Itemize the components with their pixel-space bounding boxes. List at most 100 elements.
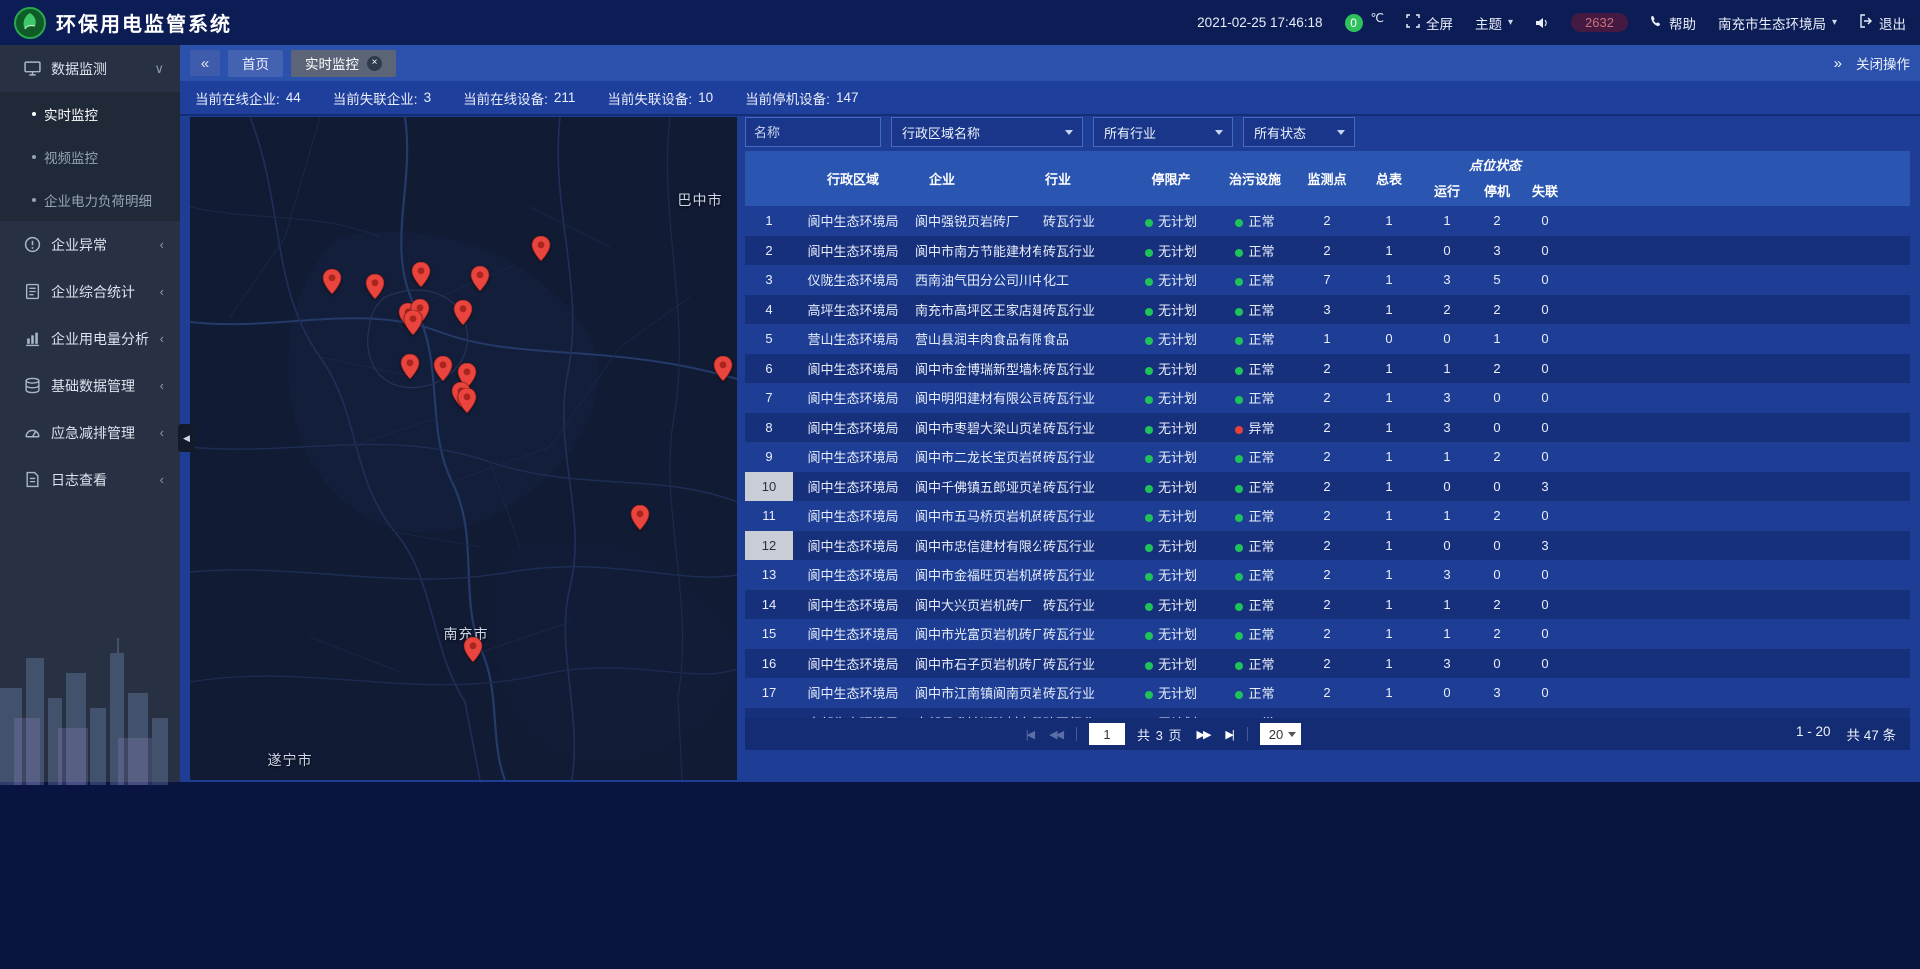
tabs-scroll-left-button[interactable]: « <box>190 50 220 76</box>
chevron-down-icon <box>1215 130 1223 135</box>
sidebar-item[interactable]: 日志查看‹ <box>0 456 180 503</box>
name-filter-input[interactable] <box>745 117 881 147</box>
sidebar-item[interactable]: 企业用电量分析‹ <box>0 315 180 362</box>
next-page-button[interactable]: ▶▶ <box>1195 728 1212 741</box>
map-pin[interactable] <box>631 505 650 530</box>
page-size-select[interactable]: 20 <box>1260 723 1301 745</box>
table-row[interactable]: 5营山生态环境局营山县润丰肉食品有限食品无计划正常10010 <box>745 324 1910 354</box>
map-pin[interactable] <box>434 356 453 381</box>
sidebar-item[interactable]: 基础数据管理 ‹ <box>0 362 180 409</box>
status-dot <box>1235 308 1243 316</box>
cell-stop: 0 <box>1473 531 1521 561</box>
status-dot <box>1145 514 1153 522</box>
table-row[interactable]: 13阆中生态环境局阆中市金福旺页岩机砖砖瓦行业无计划正常21300 <box>745 560 1910 590</box>
map[interactable]: 巴中市南充市遂宁市 <box>190 117 737 780</box>
close-operations-button[interactable]: 关闭操作 <box>1856 53 1910 73</box>
cell-lost: 0 <box>1521 354 1569 384</box>
map-pin[interactable] <box>412 262 431 287</box>
table-row[interactable]: 4高坪生态环境局南充市高坪区王家店建砖瓦行业无计划正常31220 <box>745 295 1910 325</box>
alert-icon <box>24 236 41 253</box>
table-row[interactable]: 11阆中生态环境局阆中市五马桥页岩机砖砖瓦行业无计划正常21120 <box>745 501 1910 531</box>
stat-item: 当前失联企业:3 <box>333 88 431 108</box>
region-filter-select[interactable]: 行政区域名称 <box>891 117 1083 147</box>
sidebar-menu: 数据监测∨实时监控视频监控企业电力负荷明细企业异常‹企业综合统计‹企业用电量分析… <box>0 45 180 503</box>
last-page-button[interactable]: ▶| <box>1223 728 1234 741</box>
status-dot <box>1145 632 1153 640</box>
sidebar-item[interactable]: 企业异常‹ <box>0 221 180 268</box>
tab-realtime-monitor[interactable]: 实时监控 × <box>291 50 396 77</box>
sidebar-subitem[interactable]: 实时监控 <box>0 92 180 135</box>
row-index: 5 <box>745 324 793 354</box>
notification-count-badge[interactable]: 2632 <box>1571 13 1628 32</box>
sidebar-subitem[interactable]: 视频监控 <box>0 135 180 178</box>
chevron-left-icon: ‹ <box>160 378 164 393</box>
cell-facility: 正常 <box>1213 206 1297 236</box>
status-dot <box>1235 514 1243 522</box>
tabs-scroll-right-button[interactable]: » <box>1834 55 1842 72</box>
sidebar-item[interactable]: 应急减排管理‹ <box>0 409 180 456</box>
industry-filter-select[interactable]: 所有行业 <box>1093 117 1233 147</box>
map-pin[interactable] <box>464 637 483 662</box>
cell-region: 高坪生态环境局 <box>793 295 913 325</box>
help-button[interactable]: 帮助 <box>1650 13 1696 33</box>
sidebar-subitem[interactable]: 企业电力负荷明细 <box>0 178 180 221</box>
status-dot <box>1235 691 1243 699</box>
map-pin[interactable] <box>404 310 423 335</box>
map-pin[interactable] <box>471 266 490 291</box>
tab-home[interactable]: 首页 <box>228 50 283 77</box>
cell-points: 2 <box>1297 472 1357 502</box>
cell-limit: 无计划 <box>1129 619 1213 649</box>
org-dropdown[interactable]: 南充市生态环境局 ▾ <box>1718 13 1837 33</box>
table-row[interactable]: 14阆中生态环境局阆中大兴页岩机砖厂砖瓦行业无计划正常21120 <box>745 590 1910 620</box>
cell-company: 阆中强锐页岩砖厂 <box>913 206 1041 236</box>
first-page-button[interactable]: |◀ <box>1024 728 1035 741</box>
table-row[interactable]: 1阆中生态环境局阆中强锐页岩砖厂砖瓦行业无计划正常21120 <box>745 206 1910 236</box>
row-index: 1 <box>745 206 793 236</box>
cell-meters: 1 <box>1357 442 1421 472</box>
map-pin[interactable] <box>714 356 733 381</box>
sidebar-item[interactable]: 企业综合统计‹ <box>0 268 180 315</box>
map-pin[interactable] <box>323 269 342 294</box>
chevron-down-icon <box>1065 130 1073 135</box>
map-pin[interactable] <box>458 388 477 413</box>
theme-dropdown[interactable]: 主题 ▾ <box>1475 13 1513 33</box>
table-row[interactable]: 16阆中生态环境局阆中市石子页岩机砖厂砖瓦行业无计划正常21300 <box>745 649 1910 679</box>
cell-stop: 2 <box>1473 354 1521 384</box>
page-number-input[interactable] <box>1089 723 1125 745</box>
cell-company: 阆中千佛镇五郎垭页岩 <box>913 472 1041 502</box>
table-row[interactable]: 10阆中生态环境局阆中千佛镇五郎垭页岩砖瓦行业无计划正常21003 <box>745 472 1910 502</box>
cell-limit: 无计划 <box>1129 236 1213 266</box>
col-header-stop: 停机 <box>1473 174 1521 206</box>
logout-button[interactable]: 退出 <box>1859 13 1906 33</box>
cell-company: 阆中市二龙长宝页岩砖 <box>913 442 1041 472</box>
fullscreen-button[interactable]: 全屏 <box>1406 13 1453 33</box>
cell-lost: 0 <box>1521 265 1569 295</box>
cell-industry: 砖瓦行业 <box>1041 206 1129 236</box>
sidebar-item[interactable]: 数据监测∨ <box>0 45 180 92</box>
close-tab-icon[interactable]: × <box>367 56 382 71</box>
cell-run: 1 <box>1421 619 1473 649</box>
cell-facility: 正常 <box>1213 531 1297 561</box>
prev-page-button[interactable]: ◀◀ <box>1047 728 1064 741</box>
cell-limit: 无计划 <box>1129 472 1213 502</box>
map-pin[interactable] <box>532 236 551 261</box>
table-row[interactable]: 17阆中生态环境局阆中市江南镇阆南页岩砖瓦行业无计划正常21030 <box>745 678 1910 708</box>
table-row[interactable]: 2阆中生态环境局阆中市南方节能建材有砖瓦行业无计划正常21030 <box>745 236 1910 266</box>
status-filter-select[interactable]: 所有状态 <box>1243 117 1355 147</box>
table-row[interactable]: 9阆中生态环境局阆中市二龙长宝页岩砖砖瓦行业无计划正常21120 <box>745 442 1910 472</box>
table-row[interactable]: 15阆中生态环境局阆中市光富页岩机砖厂砖瓦行业无计划正常21120 <box>745 619 1910 649</box>
map-city-label: 巴中市 <box>678 190 723 210</box>
cell-filler <box>1569 324 1910 354</box>
map-pin[interactable] <box>366 274 385 299</box>
table-row[interactable]: 3仪陇生态环境局西南油气田分公司川中化工无计划正常71350 <box>745 265 1910 295</box>
table-row[interactable]: 6阆中生态环境局阆中市金博瑞新型墙材砖瓦行业无计划正常21120 <box>745 354 1910 384</box>
speaker-icon[interactable] <box>1535 16 1549 30</box>
sidebar-item-label: 基础数据管理 <box>51 376 135 396</box>
map-pin[interactable] <box>454 300 473 325</box>
status-dot <box>1145 691 1153 699</box>
map-pin[interactable] <box>401 354 420 379</box>
table-row[interactable]: 8阆中生态环境局阆中市枣碧大梁山页岩砖瓦行业无计划异常21300 <box>745 413 1910 443</box>
table-row[interactable]: 7阆中生态环境局阆中明阳建材有限公司砖瓦行业无计划正常21300 <box>745 383 1910 413</box>
table-row[interactable]: 12阆中生态环境局阆中市忠信建材有限公砖瓦行业无计划正常21003 <box>745 531 1910 561</box>
sidebar-collapse-button[interactable]: ◀ <box>178 424 195 452</box>
